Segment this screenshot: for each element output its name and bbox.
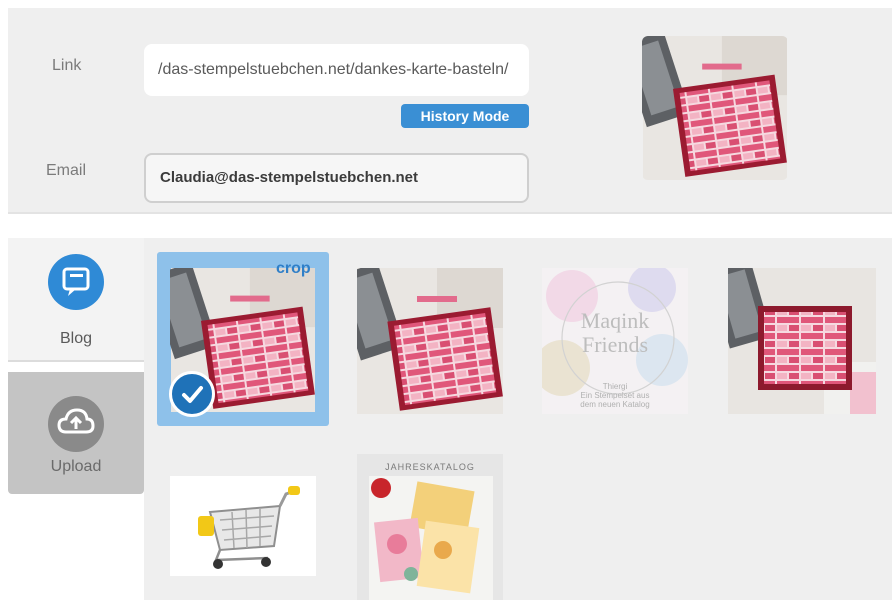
crop-button[interactable]: crop <box>276 260 311 278</box>
check-icon[interactable] <box>169 371 215 417</box>
comment-icon <box>48 254 104 310</box>
image-thumb-5[interactable] <box>170 476 316 576</box>
cloud-upload-icon <box>48 396 104 452</box>
maqink-caption-1: Thiergi <box>602 382 628 391</box>
catalog-title: JAHRESKATALOG <box>385 462 475 472</box>
link-input[interactable]: /das-stempelstuebchen.net/dankes-karte-b… <box>144 44 529 96</box>
maqink-title: Maqink <box>580 308 650 333</box>
maqink-caption-2: Ein Stempelset aus <box>580 391 650 400</box>
tab-upload-label: Upload <box>50 458 102 475</box>
panel-divider <box>8 212 892 214</box>
friends-title: Friends <box>582 332 648 357</box>
email-field[interactable]: Claudia@das-stempelstuebchen.net <box>144 153 529 203</box>
email-label: Email <box>46 162 87 179</box>
image-thumb-6[interactable]: JAHRESKATALOG <box>357 454 503 600</box>
image-thumb-2[interactable] <box>357 268 503 414</box>
selected-image-preview <box>642 36 788 180</box>
link-label: Link <box>52 57 82 74</box>
tab-upload[interactable]: Upload <box>8 372 144 494</box>
image-thumb-4[interactable] <box>728 268 876 414</box>
tab-blog[interactable]: Blog <box>8 238 144 362</box>
history-mode-button[interactable]: History Mode <box>401 104 529 128</box>
image-thumb-3[interactable]: Maqink Friends Thiergi Ein Stempelset au… <box>542 268 688 414</box>
tab-blog-label: Blog <box>59 330 93 347</box>
maqink-caption-3: dem neuen Katalog <box>580 400 650 409</box>
